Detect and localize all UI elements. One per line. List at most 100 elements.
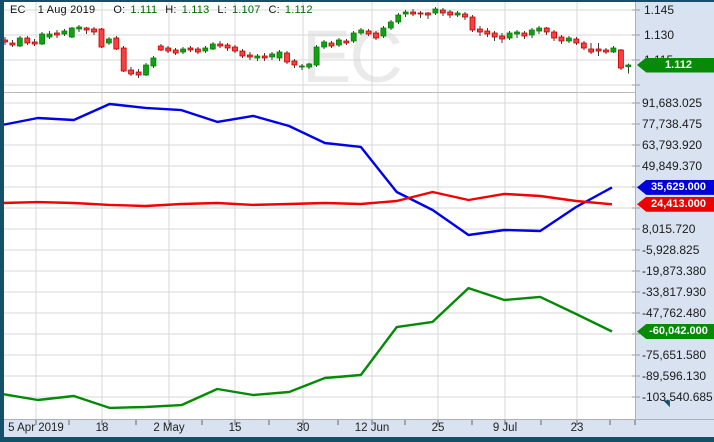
candle-up (432, 8, 439, 14)
candle-down (595, 48, 602, 52)
high-label: H: (165, 4, 177, 16)
cot-tick-label: 91,683.025 (642, 96, 703, 110)
candle-down (194, 48, 201, 53)
symbol-label: EC (10, 4, 26, 16)
price-tick-label: 1.130 (644, 28, 675, 42)
candle-up (209, 43, 216, 50)
candle-up (16, 37, 23, 47)
candle-up (536, 27, 543, 32)
candle-down (120, 47, 127, 72)
candle-down (469, 16, 476, 31)
candle-down (83, 27, 90, 31)
candle-up (610, 47, 617, 53)
candle-up (202, 47, 209, 52)
candle-down (343, 40, 350, 44)
close-label: C: (268, 4, 280, 16)
candle-up (313, 46, 320, 66)
cot-tick-label: 8,015.720 (642, 222, 696, 236)
candle-down (128, 69, 135, 75)
cot-tick-label: -75,651.580 (642, 348, 707, 362)
candle-down (246, 54, 253, 58)
candle-down (9, 42, 16, 46)
candle-down (232, 46, 238, 52)
window-border-bottom (0, 437, 714, 442)
candle-down (447, 11, 454, 16)
candle-down (521, 32, 528, 37)
ohlc-header: EC 1 Aug 2019 O: 1.111 H: 1.113 L: 1.107 C: 1.112 (10, 4, 313, 16)
date-axis-divider (0, 419, 714, 420)
candle-down (491, 32, 498, 38)
candle-up (150, 57, 157, 67)
scale-pointer-icon[interactable]: ◥ (663, 399, 670, 408)
candle-down (291, 60, 298, 66)
candle-down (618, 49, 624, 69)
candle-up (298, 65, 305, 68)
chart-canvas[interactable]: EC (0, 0, 714, 442)
candle-down (217, 43, 224, 47)
cot-red-tag: 24,413.000 (637, 196, 714, 212)
candle-down (24, 37, 31, 44)
candle-down (410, 11, 417, 15)
candle-up (402, 11, 409, 15)
candle-down (417, 12, 424, 15)
price-axis-divider (635, 2, 636, 420)
candle-up (39, 33, 45, 45)
candle-up (269, 53, 276, 58)
candle-up (506, 32, 513, 39)
candle-up (143, 64, 149, 76)
cot-tick-label: -47,762.480 (642, 306, 707, 320)
candle-down (165, 47, 172, 52)
cot-tick-label: 63,793.920 (642, 138, 703, 152)
candle-down (187, 47, 194, 51)
candle-up (358, 29, 365, 34)
candle-up (46, 33, 53, 38)
candle-up (306, 63, 313, 68)
cot-tick-label: -19,873.380 (642, 264, 707, 278)
candle-up (566, 37, 572, 42)
candle-down (603, 49, 609, 53)
low-label: L: (217, 4, 227, 16)
candle-down (573, 38, 580, 44)
candle-down (439, 9, 446, 14)
candle-down (135, 71, 142, 76)
candle-up (180, 48, 187, 53)
candle-up (380, 27, 387, 37)
candle-up (106, 38, 112, 44)
candle-up (276, 51, 283, 59)
candle-down (558, 36, 565, 42)
candle-up (387, 21, 394, 29)
candle-up (454, 12, 461, 16)
low-value: 1.107 (231, 4, 261, 16)
cot-tick-label: -33,817.930 (642, 285, 707, 299)
candle-down (91, 28, 97, 33)
bar-date: 1 Aug 2019 (37, 4, 96, 16)
candle-down (499, 35, 506, 40)
cot-green-tag: -60,042.000 (637, 323, 714, 339)
cot-tick-label: -5,928.825 (642, 243, 700, 257)
candle-down (365, 30, 372, 35)
candle-up (76, 26, 83, 30)
high-value: 1.113 (181, 4, 210, 16)
cot-blue-tag: 35,629.000 (637, 179, 714, 195)
cot-tick-label: 77,738.475 (642, 117, 703, 131)
candle-up (395, 14, 402, 23)
candle-down (373, 32, 379, 39)
candle-up (254, 55, 261, 59)
candle-up (321, 41, 328, 48)
candle-down (239, 50, 246, 57)
chart-window: EC EC 1 Aug 2019 O: 1.111 H: 1.113 L: 1.107 C: 1.… (0, 0, 714, 442)
candle-down (580, 42, 587, 49)
candle-up (68, 27, 75, 38)
date-tick-label: 23 (570, 422, 584, 434)
cot-tick-label: 49,849.370 (642, 159, 703, 173)
open-value: 1.111 (130, 4, 158, 16)
candle-down (328, 42, 335, 47)
candle-down (98, 28, 105, 48)
price-tick-label: 1.145 (644, 3, 675, 17)
candle-up (61, 30, 68, 35)
candle-up (335, 39, 342, 46)
candle-up (350, 32, 357, 42)
candle-down (551, 31, 557, 39)
candle-up (625, 64, 632, 68)
candle-down (31, 41, 38, 45)
